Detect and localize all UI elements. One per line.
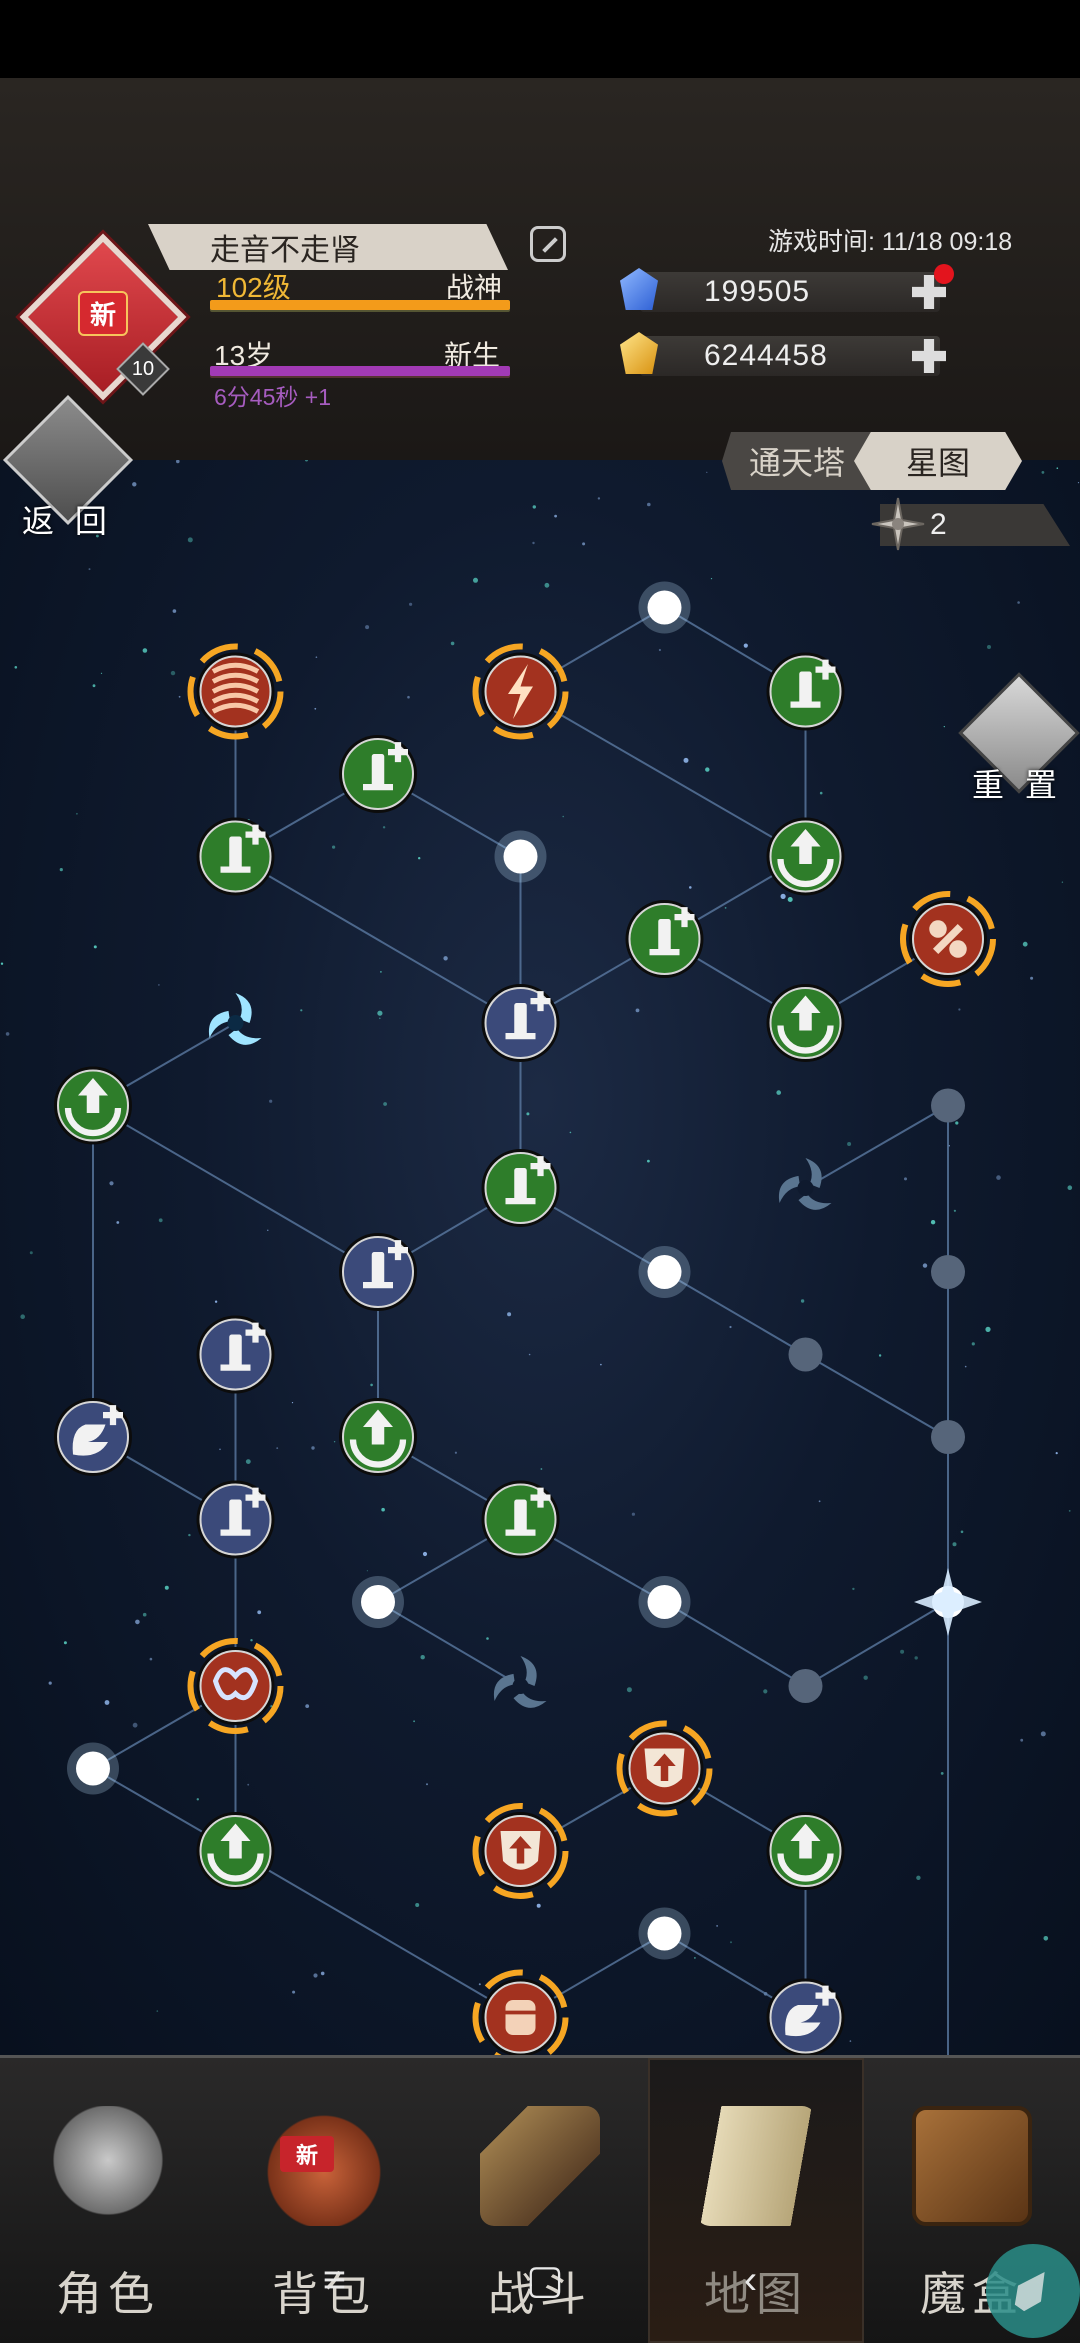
up-arrow-icon[interactable] (766, 1812, 845, 1890)
notification-dot (934, 264, 954, 284)
currency-blue: 199505 (640, 272, 940, 312)
star-map-edge (234, 855, 522, 1024)
hand-plus-icon[interactable] (54, 1398, 132, 1476)
sword-plus-icon[interactable] (481, 984, 560, 1062)
glowing-star-node[interactable] (494, 830, 547, 883)
rune-icon[interactable] (900, 891, 996, 987)
sword-plus-icon[interactable] (196, 817, 275, 896)
age-timer: 6分45秒 +1 (214, 384, 331, 410)
up-arrow-icon[interactable] (766, 817, 845, 896)
tab-tower[interactable]: 通天塔 (722, 432, 872, 490)
sword-plus-icon[interactable] (196, 1480, 275, 1559)
fist-icon (505, 2000, 536, 2035)
shield-up-icon[interactable] (616, 1720, 713, 1817)
up-arrow-icon[interactable] (54, 1066, 132, 1145)
currency-gold: 6244458 (640, 336, 940, 376)
vortex-icon[interactable] (771, 1158, 832, 1217)
up-arrow-icon[interactable] (339, 1398, 417, 1476)
rocket-icon[interactable] (986, 2244, 1080, 2338)
locked-star-node[interactable] (788, 1669, 823, 1703)
locked-star-node[interactable] (931, 1255, 965, 1289)
age-bar (210, 366, 510, 376)
up-arrow-icon[interactable] (196, 1812, 275, 1890)
sword-plus-icon[interactable] (766, 652, 845, 731)
compass-star-icon (871, 497, 925, 551)
glowing-star-node[interactable] (67, 1742, 119, 1795)
back-button[interactable]: 返 回 (22, 496, 113, 542)
sword-plus-icon[interactable] (481, 1480, 560, 1559)
nav-role[interactable]: 角色 (0, 2058, 216, 2343)
system-home-button[interactable]: ▢ (526, 2257, 564, 2303)
locked-star-node[interactable] (931, 1088, 965, 1123)
vortex-icon[interactable] (201, 993, 262, 1052)
star-map-edge (804, 1353, 949, 1438)
scroll-icon (696, 2106, 816, 2226)
header-panel (0, 78, 1080, 460)
glowing-star-node[interactable] (352, 1576, 404, 1628)
status-bar (0, 0, 1080, 78)
star-map-edge (804, 1601, 949, 1687)
fist-icon[interactable] (472, 1969, 569, 2056)
player-name-text: 走音不走肾 (210, 234, 360, 267)
locked-star-node[interactable] (788, 1337, 823, 1372)
star-map-edge (804, 1104, 949, 1189)
star-map (0, 460, 1080, 2055)
fire-icon[interactable] (187, 643, 284, 740)
shield-up-icon (500, 1831, 541, 1870)
system-back-button[interactable]: ‹ (744, 2258, 757, 2303)
glowing-star-node[interactable] (638, 1246, 691, 1298)
hand-plus-icon[interactable] (766, 1978, 845, 2056)
sword-plus-icon[interactable] (196, 1315, 275, 1394)
tab-star-map[interactable]: 星图 (854, 432, 1022, 490)
glowing-star-node[interactable] (638, 581, 691, 634)
cube-icon (912, 2106, 1032, 2226)
sword-plus-icon[interactable] (481, 1149, 560, 1227)
nav-role-label: 角色 (56, 2268, 160, 2320)
glowing-star-node[interactable] (638, 1907, 691, 1960)
sword-plus-icon[interactable] (339, 735, 417, 813)
game-time: 游戏时间: 11/18 09:18 (768, 228, 1013, 256)
shield-up-icon (644, 1748, 685, 1788)
sword-shield-icon (480, 2106, 600, 2226)
star-map-edge (234, 1850, 522, 2019)
player-name: 走音不走肾 (148, 224, 508, 270)
shield-up-icon[interactable] (472, 1803, 569, 1899)
sword-plus-icon[interactable] (625, 900, 704, 978)
sword-plus-icon[interactable] (339, 1233, 417, 1311)
spirit-icon[interactable] (187, 1638, 284, 1734)
sparkle-star-icon[interactable] (914, 1568, 982, 1636)
vortex-icon[interactable] (486, 1656, 547, 1715)
glowing-star-node[interactable] (638, 1576, 691, 1628)
up-arrow-icon[interactable] (766, 984, 845, 1062)
level-bar (210, 300, 510, 310)
reset-button[interactable]: 重 置 (972, 760, 1063, 806)
helmet-icon (48, 2106, 168, 2226)
star-map-edge (92, 1104, 379, 1273)
avatar-level: 10 (131, 357, 155, 380)
currency-gold-value: 6244458 (704, 339, 828, 372)
star-map-edge (519, 690, 807, 858)
star-points: 2 (930, 508, 947, 541)
bag-new-badge: 新 (280, 2136, 335, 2172)
currency-blue-value: 199505 (704, 275, 811, 308)
locked-star-node[interactable] (931, 1420, 965, 1454)
avatar-new-badge: 新 (77, 290, 128, 336)
lightning-icon[interactable] (472, 643, 569, 740)
edit-icon[interactable] (530, 226, 566, 262)
system-menu-button[interactable]: ≡ (323, 2258, 346, 2303)
star-map-graph (54, 581, 996, 2056)
